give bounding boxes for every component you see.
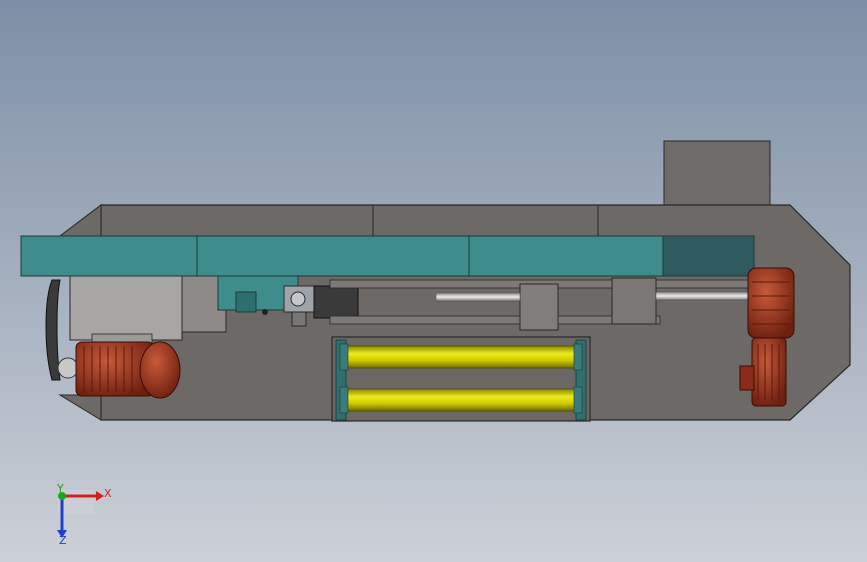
shaft-left [435, 292, 521, 302]
conveyor-section-1 [20, 235, 198, 277]
actuator-base [291, 311, 307, 327]
roller-cap [339, 343, 349, 371]
conveyor-section-3 [468, 235, 664, 277]
roller-cap [573, 343, 583, 371]
roller-lower [345, 388, 577, 412]
bracket-block [235, 291, 257, 313]
actuator-flange-icon [290, 291, 306, 307]
roller-upper [345, 345, 577, 369]
left-motor-endcap [139, 341, 181, 399]
shaft-right [655, 291, 749, 301]
cad-viewport[interactable]: X Y Z [0, 0, 867, 562]
roller-cap [573, 386, 583, 414]
roller-cap [339, 386, 349, 414]
pulley-icon [57, 357, 79, 379]
pulley-guard [69, 269, 183, 341]
servo-motor [313, 285, 359, 319]
conveyor-end-section [662, 235, 755, 277]
right-motor-body [751, 337, 787, 407]
conveyor-section-2 [196, 235, 470, 277]
y-label: Y [56, 482, 64, 495]
z-label: Z [59, 534, 67, 547]
lower-rail [329, 315, 661, 325]
gearbox [747, 267, 795, 339]
bolt-icon [262, 309, 268, 315]
x-label: X [104, 487, 112, 500]
cad-scene: X Y Z [0, 0, 867, 562]
support-block [611, 277, 657, 325]
slider-block [519, 283, 559, 331]
housing-box [663, 140, 771, 206]
terminal-box [739, 365, 755, 391]
